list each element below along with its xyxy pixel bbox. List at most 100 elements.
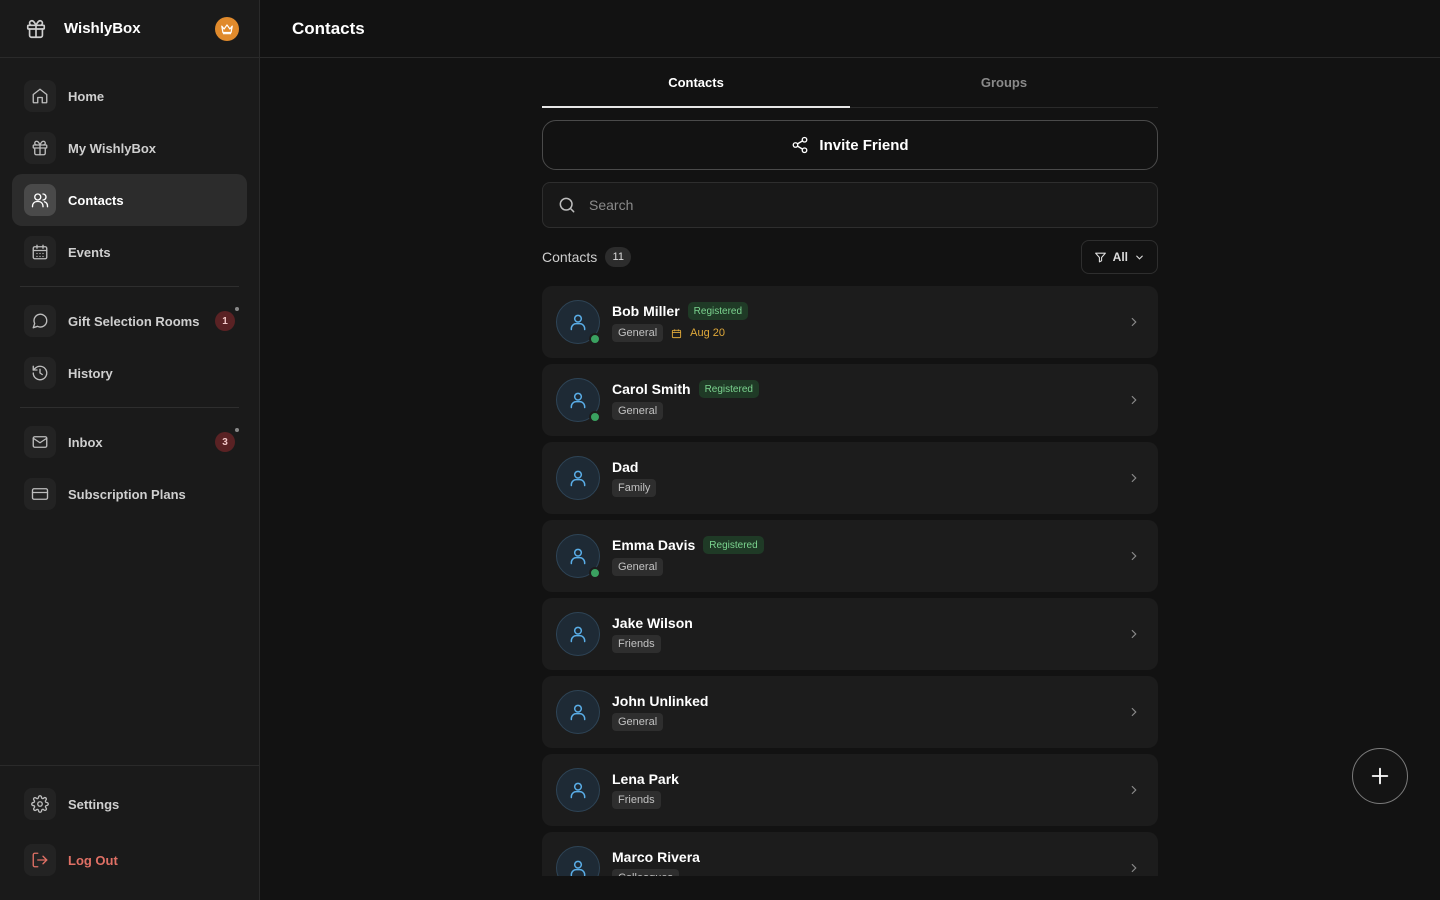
filter-value: All — [1112, 250, 1128, 264]
sidebar-divider — [20, 286, 239, 287]
avatar — [556, 612, 600, 656]
add-contact-button[interactable] — [1352, 748, 1408, 804]
chevron-right-icon — [1124, 393, 1144, 407]
sidebar-item-contacts[interactable]: Contacts — [12, 174, 247, 226]
group-tag: Friends — [612, 635, 661, 653]
app-name: WishlyBox — [64, 20, 141, 37]
mail-icon — [24, 426, 56, 458]
registered-badge: Registered — [687, 302, 749, 320]
filter-dropdown[interactable]: All — [1080, 240, 1158, 274]
page-header: Contacts — [260, 0, 1440, 58]
chevron-right-icon — [1124, 861, 1144, 875]
chevron-right-icon — [1124, 705, 1144, 719]
contact-info: Marco Rivera Colleagues — [612, 849, 1124, 876]
contact-info: Lena Park Friends — [612, 771, 1124, 809]
contact-card[interactable]: Dad Family — [542, 442, 1158, 514]
logout-icon — [24, 844, 56, 876]
registered-badge: Registered — [703, 536, 764, 554]
event-date: Aug 20 — [671, 327, 725, 339]
crown-icon[interactable] — [215, 16, 239, 41]
history-icon — [24, 357, 56, 389]
search-input[interactable] — [589, 197, 1143, 213]
contact-card[interactable]: Jake Wilson Friends — [542, 598, 1158, 670]
person-icon — [568, 546, 588, 566]
group-tag: General — [612, 402, 664, 420]
sidebar-item-gift-selection-rooms[interactable]: Gift Selection Rooms 1 — [12, 295, 247, 347]
avatar — [556, 768, 600, 812]
sidebar-item-label: Contacts — [68, 192, 124, 208]
page-title: Contacts — [292, 18, 365, 38]
contacts-panel: Contacts Groups Invite Friend Contacts 1… — [542, 58, 1158, 876]
person-icon — [568, 780, 588, 800]
chevron-right-icon — [1124, 315, 1144, 329]
person-icon — [568, 468, 588, 488]
contact-card[interactable]: John Unlinked General — [542, 676, 1158, 748]
group-tag: General — [612, 713, 664, 731]
sidebar-item-inbox[interactable]: Inbox 3 — [12, 416, 247, 468]
contact-info: John Unlinked General — [612, 693, 1124, 731]
sidebar-item-label: Events — [68, 244, 111, 260]
logout-label: Log Out — [68, 852, 118, 868]
sidebar-item-label: My WishlyBox — [68, 140, 157, 156]
contact-info: Emma Davis Registered General — [612, 536, 1124, 576]
contacts-count-badge: 11 — [605, 247, 632, 267]
contact-name: Lena Park — [612, 771, 679, 787]
avatar — [556, 300, 601, 345]
contact-name: Bob Miller — [612, 303, 680, 319]
person-icon — [568, 390, 588, 410]
avatar — [556, 456, 600, 500]
contact-card[interactable]: Carol Smith Registered General — [542, 364, 1158, 436]
logout-button[interactable]: Log Out — [12, 834, 247, 886]
gift-logo-icon — [24, 17, 48, 41]
avatar — [556, 534, 601, 579]
search-icon — [559, 197, 575, 213]
group-tag: Colleagues — [612, 869, 680, 876]
calendar-icon — [671, 328, 686, 339]
sidebar-nav: Home My WishlyBox Contacts Events Gift S… — [0, 58, 259, 520]
brand: WishlyBox — [0, 0, 259, 58]
invite-friend-label: Invite Friend — [819, 136, 909, 154]
registered-badge: Registered — [698, 380, 759, 398]
notification-badge: 3 — [215, 428, 239, 452]
contact-card[interactable]: Emma Davis Registered General — [542, 520, 1158, 592]
person-icon — [568, 858, 588, 876]
contact-info: Bob Miller Registered General Aug 20 — [612, 302, 1124, 342]
contact-card[interactable]: Bob Miller Registered General Aug 20 — [542, 286, 1158, 358]
notification-badge: 1 — [215, 307, 239, 331]
tab-groups[interactable]: Groups — [850, 58, 1158, 107]
sidebar-item-label: Home — [68, 88, 105, 104]
tab-contacts[interactable]: Contacts — [542, 58, 850, 108]
credit-card-icon — [24, 478, 56, 510]
contacts-list-header: Contacts 11 All — [542, 240, 1158, 274]
sidebar-item-home[interactable]: Home — [12, 70, 247, 122]
sidebar-item-label: Inbox — [68, 434, 103, 450]
group-tag: Family — [612, 479, 657, 497]
chat-icon — [24, 305, 56, 337]
person-icon — [568, 702, 588, 722]
chevron-right-icon — [1124, 627, 1144, 641]
contact-name: Dad — [612, 459, 639, 475]
sidebar-item-my-wishlybox[interactable]: My WishlyBox — [12, 122, 247, 174]
group-tag: General — [612, 324, 664, 342]
contact-info: Dad Family — [612, 459, 1124, 497]
avatar — [556, 378, 601, 423]
avatar — [556, 690, 600, 734]
contact-name: Carol Smith — [612, 381, 691, 397]
chevron-right-icon — [1124, 471, 1144, 485]
group-tag: General — [612, 558, 664, 576]
invite-friend-button[interactable]: Invite Friend — [542, 120, 1158, 170]
sidebar-item-events[interactable]: Events — [12, 226, 247, 278]
sidebar-item-history[interactable]: History — [12, 347, 247, 399]
chevron-right-icon — [1124, 783, 1144, 797]
sidebar-item-subscription-plans[interactable]: Subscription Plans — [12, 468, 247, 520]
sidebar-item-settings[interactable]: Settings — [12, 778, 247, 830]
avatar — [556, 846, 600, 876]
search-box — [542, 182, 1158, 228]
gear-icon — [24, 788, 56, 820]
person-icon — [568, 312, 588, 332]
contact-card[interactable]: Lena Park Friends — [542, 754, 1158, 826]
contact-card[interactable]: Marco Rivera Colleagues — [542, 832, 1158, 876]
contacts-list: Bob Miller Registered General Aug 20 Carol S… — [542, 286, 1158, 876]
filter-icon — [1094, 252, 1106, 262]
event-date-text: Aug 20 — [690, 327, 726, 339]
